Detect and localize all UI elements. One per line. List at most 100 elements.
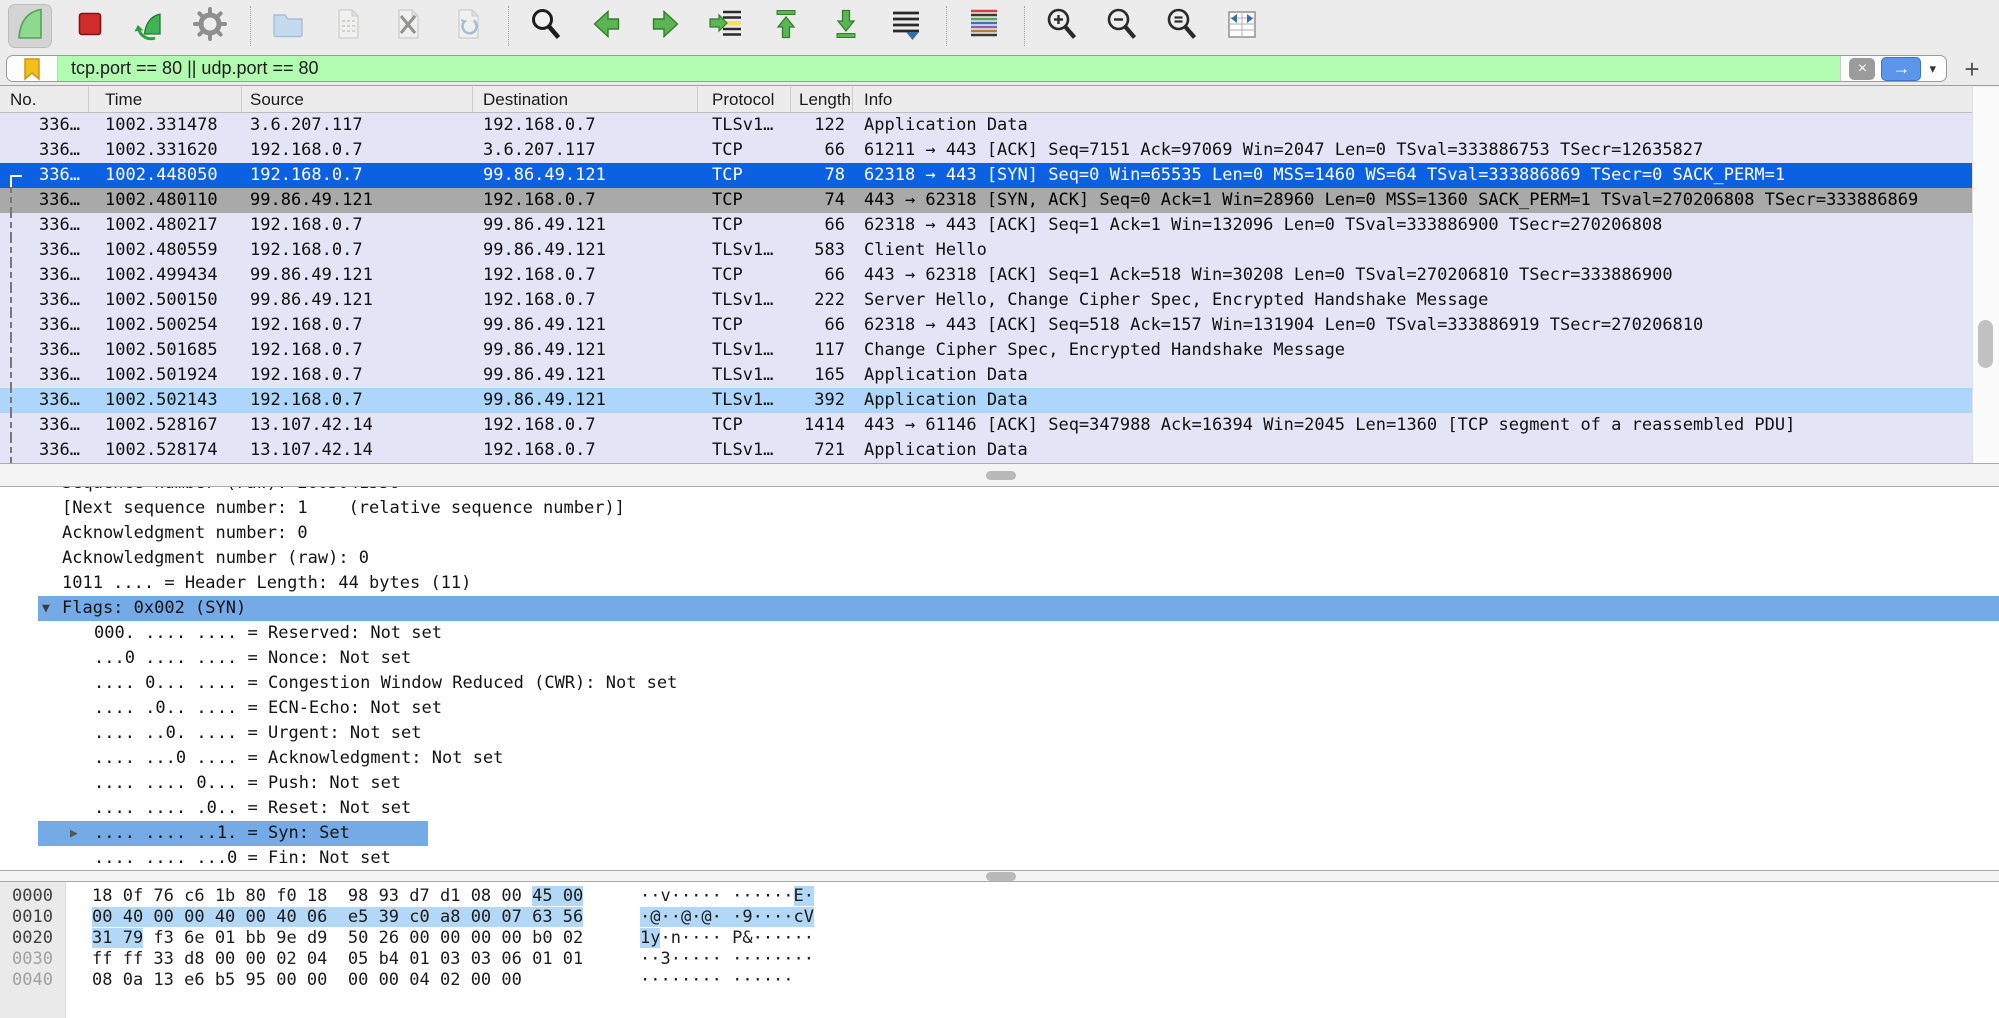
cell-source: 192.168.0.7 xyxy=(242,313,473,338)
detail-line[interactable]: .... ...0 .... = Acknowledgment: Not set xyxy=(0,746,1999,771)
packet-row[interactable]: 336…1002.49943499.86.49.121192.168.0.7TC… xyxy=(0,263,1972,288)
detail-line[interactable]: .... .... .0.. = Reset: Not set xyxy=(0,796,1999,821)
detail-text: [Next sequence number: 1 (relative seque… xyxy=(62,496,625,521)
save-file-button[interactable] xyxy=(326,4,370,48)
go-last-packet-icon xyxy=(826,4,866,49)
cell-info: Application Data xyxy=(853,113,1972,138)
filter-add-button[interactable]: + xyxy=(1955,52,1989,86)
expand-icon[interactable]: ▶ xyxy=(70,821,78,846)
detail-line[interactable]: Acknowledgment number (raw): 0 xyxy=(0,546,1999,571)
column-header-length[interactable]: Length xyxy=(791,87,853,112)
column-header-time[interactable]: Time xyxy=(89,87,242,112)
restart-capture-button[interactable] xyxy=(128,4,172,48)
detail-line[interactable]: 1011 .... = Header Length: 44 bytes (11) xyxy=(0,571,1999,596)
bookmark-icon[interactable] xyxy=(7,56,58,81)
auto-scroll-button[interactable] xyxy=(884,4,928,48)
detail-line[interactable]: [Next sequence number: 1 (relative seque… xyxy=(0,496,1999,521)
display-filter-field[interactable]: tcp.port == 80 || udp.port == 80 × → ▾ xyxy=(6,55,1947,82)
detail-line[interactable]: .... ..0. .... = Urgent: Not set xyxy=(0,721,1999,746)
detail-line[interactable]: Acknowledgment number: 0 xyxy=(0,521,1999,546)
toolbar-separator xyxy=(1024,6,1026,46)
collapse-icon[interactable]: ▼ xyxy=(42,596,50,621)
cell-time: 1002.528174 xyxy=(89,438,242,463)
cell-source: 99.86.49.121 xyxy=(242,188,473,213)
go-back-button[interactable] xyxy=(584,4,628,48)
packet-row[interactable]: 336…1002.52816713.107.42.14192.168.0.7TC… xyxy=(0,413,1972,438)
cell-info: 62318 → 443 [SYN] Seq=0 Win=65535 Len=0 … xyxy=(853,163,1972,188)
detail-line[interactable]: .... .... 0... = Push: Not set xyxy=(0,771,1999,796)
filter-apply-button[interactable]: → xyxy=(1881,57,1921,81)
reload-file-button[interactable] xyxy=(446,4,490,48)
packet-row[interactable]: 336…1002.480217192.168.0.799.86.49.121TC… xyxy=(0,213,1972,238)
detail-line[interactable]: 000. .... .... = Reserved: Not set xyxy=(0,621,1999,646)
packet-row[interactable]: 336…1002.480559192.168.0.799.86.49.121TL… xyxy=(0,238,1972,263)
hex-row[interactable]: 004008 0a 13 e6 b5 95 00 00 00 00 04 02 … xyxy=(0,970,1999,991)
colorize-packets-button[interactable] xyxy=(962,4,1006,48)
resize-columns-button[interactable] xyxy=(1220,4,1264,48)
detail-line[interactable]: .... .... ...0 = Fin: Not set xyxy=(0,846,1999,870)
hex-row[interactable]: 001000 40 00 00 40 00 40 06 e5 39 c0 a8 … xyxy=(0,907,1999,928)
hex-row[interactable]: 002031 79 f3 6e 01 bb 9e d9 50 26 00 00 … xyxy=(0,928,1999,949)
column-header-no[interactable]: No. xyxy=(0,87,89,112)
go-last-packet-button[interactable] xyxy=(824,4,868,48)
save-file-icon xyxy=(328,4,368,49)
splitter-list-details[interactable] xyxy=(0,463,1999,487)
horizontal-scrollbar-thumb[interactable] xyxy=(986,872,1016,881)
detail-line[interactable]: ...0 .... .... = Nonce: Not set xyxy=(0,646,1999,671)
cell-source: 192.168.0.7 xyxy=(242,338,473,363)
packet-list-scrollbar[interactable] xyxy=(1972,87,1999,463)
find-packet-button[interactable] xyxy=(524,4,568,48)
go-to-packet-button[interactable] xyxy=(704,4,748,48)
cell-info: 61211 → 443 [ACK] Seq=7151 Ack=97069 Win… xyxy=(853,138,1972,163)
column-header-destination[interactable]: Destination xyxy=(473,87,698,112)
packet-row[interactable]: 336…1002.502143192.168.0.799.86.49.121TL… xyxy=(0,388,1972,413)
packet-row[interactable]: 336…1002.3314783.6.207.117192.168.0.7TLS… xyxy=(0,113,1972,138)
zoom-original-button[interactable] xyxy=(1160,4,1204,48)
cell-length: 222 xyxy=(791,288,853,313)
conversation-gutter xyxy=(10,338,24,363)
packet-row[interactable]: 336…1002.501924192.168.0.799.86.49.121TL… xyxy=(0,363,1972,388)
go-forward-button[interactable] xyxy=(644,4,688,48)
filter-clear-button[interactable]: × xyxy=(1849,58,1875,80)
packet-row[interactable]: 336…1002.50015099.86.49.121192.168.0.7TL… xyxy=(0,288,1972,313)
cell-info: Application Data xyxy=(853,388,1972,413)
stop-capture-button[interactable] xyxy=(68,4,112,48)
packet-row[interactable]: 336…1002.48011099.86.49.121192.168.0.7TC… xyxy=(0,188,1972,213)
hex-row[interactable]: 0030ff ff 33 d8 00 00 02 04 05 b4 01 03 … xyxy=(0,949,1999,970)
close-file-button[interactable] xyxy=(386,4,430,48)
splitter-details-hex[interactable] xyxy=(0,870,1999,882)
detail-line[interactable]: .... 0... .... = Congestion Window Reduc… xyxy=(0,671,1999,696)
hex-row[interactable]: 000018 0f 76 c6 1b 80 f0 18 98 93 d7 d1 … xyxy=(0,886,1999,907)
horizontal-scrollbar-thumb[interactable] xyxy=(986,471,1016,480)
filter-dropdown-caret[interactable]: ▾ xyxy=(1929,61,1936,77)
cell-length: 66 xyxy=(791,138,853,163)
packet-row[interactable]: 336…1002.500254192.168.0.799.86.49.121TC… xyxy=(0,313,1972,338)
cell-protocol: TLSv1… xyxy=(698,438,791,463)
open-file-button[interactable] xyxy=(266,4,310,48)
column-header-source[interactable]: Source xyxy=(242,87,473,112)
filter-controls: × → ▾ xyxy=(1840,56,1946,81)
packet-row[interactable]: 336…1002.501685192.168.0.799.86.49.121TL… xyxy=(0,338,1972,363)
wireshark-start-capture-button[interactable] xyxy=(8,4,52,48)
cell-source: 3.6.207.117 xyxy=(242,113,473,138)
capture-options-button[interactable] xyxy=(188,4,232,48)
cell-time: 1002.331478 xyxy=(89,113,242,138)
scrollbar-thumb[interactable] xyxy=(1978,320,1993,368)
column-header-protocol[interactable]: Protocol xyxy=(698,87,791,112)
packet-rows: 336…1002.3314783.6.207.117192.168.0.7TLS… xyxy=(0,113,1972,463)
zoom-in-button[interactable] xyxy=(1040,4,1084,48)
packet-row[interactable]: 336…1002.331620192.168.0.73.6.207.117TCP… xyxy=(0,138,1972,163)
go-first-packet-button[interactable] xyxy=(764,4,808,48)
packet-row[interactable]: 336…1002.52817413.107.42.14192.168.0.7TL… xyxy=(0,438,1972,463)
filter-input[interactable]: tcp.port == 80 || udp.port == 80 xyxy=(58,58,1840,79)
column-header-info[interactable]: Info xyxy=(853,87,1999,112)
detail-line[interactable]: Sequence number (raw): 2605041556 xyxy=(0,487,1999,496)
detail-line[interactable]: ▶.... .... ..1. = Syn: Set xyxy=(0,821,1999,846)
detail-text: 1011 .... = Header Length: 44 bytes (11) xyxy=(62,571,471,596)
detail-text: .... .... .0.. = Reset: Not set xyxy=(94,796,411,821)
detail-line[interactable]: ▼Flags: 0x002 (SYN) xyxy=(0,596,1999,621)
detail-line[interactable]: .... .0.. .... = ECN-Echo: Not set xyxy=(0,696,1999,721)
packet-row[interactable]: 336…1002.448050192.168.0.799.86.49.121TC… xyxy=(0,163,1972,188)
zoom-out-button[interactable] xyxy=(1100,4,1144,48)
cell-destination: 192.168.0.7 xyxy=(473,413,698,438)
